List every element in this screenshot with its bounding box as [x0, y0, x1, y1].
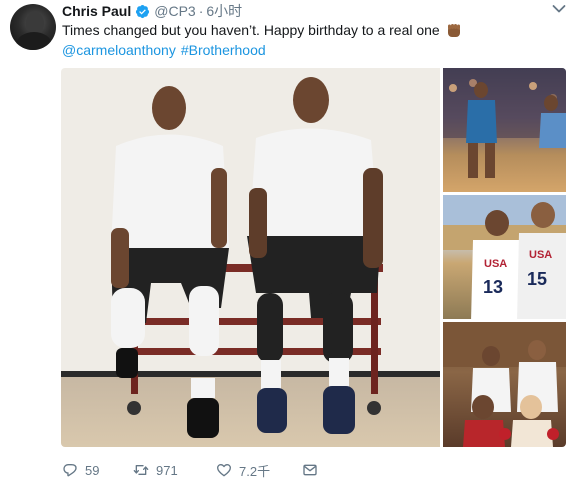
- retweet-count: 971: [156, 462, 178, 478]
- thumbnail-usa-photo[interactable]: USA 13 USA 15: [443, 195, 566, 319]
- mention-link[interactable]: @carmeloanthony: [62, 40, 176, 60]
- tweet-timestamp[interactable]: 6小时: [206, 1, 242, 21]
- reply-button[interactable]: 59: [62, 462, 133, 478]
- jersey-team-left: USA: [484, 258, 507, 270]
- hashtag-link[interactable]: #Brotherhood: [181, 40, 266, 60]
- retweet-icon: [133, 465, 149, 475]
- main-photo-illustration: [111, 77, 383, 438]
- main-photo[interactable]: [61, 68, 440, 447]
- jersey-team-right: USA: [529, 249, 552, 261]
- like-button[interactable]: 7.2千: [216, 461, 302, 480]
- reply-count: 59: [85, 462, 100, 478]
- avatar-shoulders-shape: [16, 32, 52, 50]
- retweet-button[interactable]: 971: [133, 462, 216, 478]
- jersey-number-right: 15: [527, 269, 547, 289]
- tweet-text-line-2: @carmeloanthony #Brotherhood: [62, 40, 562, 60]
- tweet-header: Chris Paul @CP3 · 6小时: [62, 2, 242, 20]
- family-photo-illustration: [443, 322, 566, 447]
- jersey-number-left: 13: [483, 277, 503, 297]
- caret-down-icon[interactable]: [552, 4, 566, 14]
- direct-message-icon: [303, 464, 317, 476]
- author-name[interactable]: Chris Paul: [62, 3, 131, 19]
- like-count: 7.2千: [239, 463, 271, 479]
- tweet-text: Times changed but you haven’t. Happy bir…: [62, 20, 562, 60]
- verified-badge-icon: [136, 4, 150, 18]
- direct-message-button[interactable]: [302, 462, 322, 478]
- avatar[interactable]: [10, 4, 56, 50]
- usa-photo-illustration: USA 13 USA 15: [443, 195, 566, 319]
- like-icon: [217, 464, 231, 477]
- tweet: Chris Paul @CP3 · 6小时 Times changed but …: [0, 0, 578, 480]
- author-handle[interactable]: @CP3: [154, 3, 195, 19]
- action-bar: 59 971 7.2千: [62, 458, 322, 480]
- reply-icon: [63, 464, 77, 477]
- thumbnail-game-photo[interactable]: [443, 68, 566, 192]
- thumbnail-family-photo[interactable]: [443, 322, 566, 447]
- tweet-body: Times changed but you haven’t. Happy bir…: [62, 22, 440, 38]
- tweet-text-line-1: Times changed but you haven’t. Happy bir…: [62, 20, 562, 40]
- media-grid: USA 13 USA 15: [61, 68, 566, 447]
- header-separator: ·: [198, 3, 204, 19]
- game-photo-illustration: [443, 68, 566, 178]
- fist-emoji-icon: [447, 24, 460, 37]
- avatar-head-shape: [26, 12, 44, 34]
